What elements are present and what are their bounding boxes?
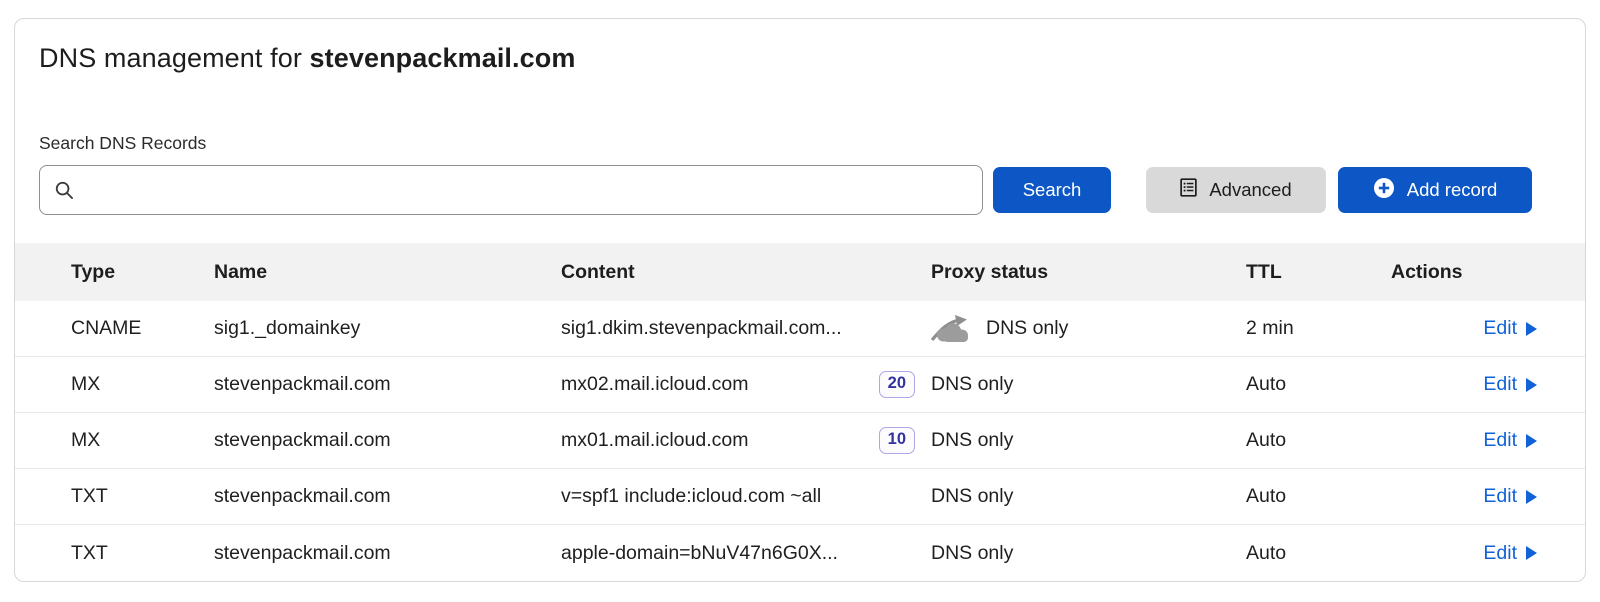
record-ttl: Auto bbox=[1246, 429, 1391, 452]
edit-button[interactable]: Edit bbox=[1483, 373, 1537, 396]
proxy-status-cell: DNS only bbox=[931, 315, 1246, 342]
record-ttl: Auto bbox=[1246, 485, 1391, 508]
mx-priority-badge: 20 bbox=[879, 371, 915, 397]
record-content-cell: apple-domain=bNuV47n6G0X... bbox=[561, 542, 931, 565]
record-actions-cell: Edit bbox=[1391, 429, 1537, 452]
mx-priority-badge: 10 bbox=[879, 427, 915, 453]
record-content: apple-domain=bNuV47n6G0X... bbox=[561, 542, 838, 565]
chevron-right-icon bbox=[1526, 434, 1537, 448]
edit-button[interactable]: Edit bbox=[1483, 485, 1537, 508]
search-button-label: Search bbox=[1023, 179, 1082, 201]
table-header-row: Type Name Content Proxy status TTL Actio… bbox=[15, 243, 1585, 301]
domain-name: stevenpackmail.com bbox=[310, 43, 576, 73]
record-content: mx01.mail.icloud.com bbox=[561, 429, 748, 452]
add-record-label: Add record bbox=[1407, 179, 1498, 201]
proxy-status-cell: DNS only bbox=[931, 429, 1246, 452]
record-ttl: Auto bbox=[1246, 542, 1391, 565]
record-content: mx02.mail.icloud.com bbox=[561, 373, 748, 396]
edit-label: Edit bbox=[1483, 542, 1517, 565]
record-content-cell: mx02.mail.icloud.com 20 bbox=[561, 371, 931, 397]
edit-label: Edit bbox=[1483, 373, 1517, 396]
table-row: CNAME sig1._domainkey sig1.dkim.stevenpa… bbox=[15, 301, 1585, 357]
col-header-type: Type bbox=[71, 261, 214, 284]
search-input-wrapper bbox=[39, 165, 983, 215]
table-row: TXT stevenpackmail.com v=spf1 include:ic… bbox=[15, 469, 1585, 525]
edit-button[interactable]: Edit bbox=[1483, 317, 1537, 340]
search-input[interactable] bbox=[85, 179, 968, 202]
record-content: sig1.dkim.stevenpackmail.com... bbox=[561, 317, 842, 340]
record-name: stevenpackmail.com bbox=[214, 542, 561, 565]
record-content-cell: sig1.dkim.stevenpackmail.com... bbox=[561, 317, 931, 340]
search-icon bbox=[54, 180, 75, 201]
table-row: MX stevenpackmail.com mx02.mail.icloud.c… bbox=[15, 357, 1585, 413]
record-name: sig1._domainkey bbox=[214, 317, 561, 340]
record-type: MX bbox=[71, 429, 214, 452]
proxy-status-text: DNS only bbox=[931, 429, 1013, 452]
col-header-proxy-status: Proxy status bbox=[931, 261, 1246, 284]
dns-records-table: Type Name Content Proxy status TTL Actio… bbox=[15, 243, 1585, 581]
edit-label: Edit bbox=[1483, 317, 1517, 340]
search-button[interactable]: Search bbox=[993, 167, 1111, 213]
dns-only-cloud-icon bbox=[931, 315, 971, 342]
edit-button[interactable]: Edit bbox=[1483, 429, 1537, 452]
record-actions-cell: Edit bbox=[1391, 317, 1537, 340]
dns-management-card: DNS management for stevenpackmail.com Se… bbox=[14, 18, 1586, 582]
chevron-right-icon bbox=[1526, 490, 1537, 504]
table-body: CNAME sig1._domainkey sig1.dkim.stevenpa… bbox=[15, 301, 1585, 581]
proxy-status-cell: DNS only bbox=[931, 485, 1246, 508]
page-title: DNS management for stevenpackmail.com bbox=[39, 43, 575, 74]
proxy-status-text: DNS only bbox=[931, 373, 1013, 396]
proxy-status-cell: DNS only bbox=[931, 542, 1246, 565]
record-type: TXT bbox=[71, 485, 214, 508]
advanced-button[interactable]: Advanced bbox=[1146, 167, 1326, 213]
record-actions-cell: Edit bbox=[1391, 542, 1537, 565]
record-content-cell: mx01.mail.icloud.com 10 bbox=[561, 427, 931, 453]
col-header-content: Content bbox=[561, 261, 931, 284]
record-name: stevenpackmail.com bbox=[214, 373, 561, 396]
col-header-actions: Actions bbox=[1391, 261, 1537, 284]
record-ttl: Auto bbox=[1246, 373, 1391, 396]
col-header-name: Name bbox=[214, 261, 561, 284]
advanced-button-label: Advanced bbox=[1209, 179, 1291, 201]
table-row: TXT stevenpackmail.com apple-domain=bNuV… bbox=[15, 525, 1585, 581]
record-type: TXT bbox=[71, 542, 214, 565]
record-type: CNAME bbox=[71, 317, 214, 340]
plus-circle-icon bbox=[1373, 177, 1395, 204]
search-label: Search DNS Records bbox=[39, 133, 206, 154]
record-name: stevenpackmail.com bbox=[214, 429, 561, 452]
record-type: MX bbox=[71, 373, 214, 396]
proxy-status-text: DNS only bbox=[931, 542, 1013, 565]
table-row: MX stevenpackmail.com mx01.mail.icloud.c… bbox=[15, 413, 1585, 469]
record-content-cell: v=spf1 include:icloud.com ~all bbox=[561, 485, 931, 508]
proxy-status-text: DNS only bbox=[931, 485, 1013, 508]
record-content: v=spf1 include:icloud.com ~all bbox=[561, 485, 821, 508]
record-actions-cell: Edit bbox=[1391, 373, 1537, 396]
chevron-right-icon bbox=[1526, 378, 1537, 392]
edit-button[interactable]: Edit bbox=[1483, 542, 1537, 565]
edit-label: Edit bbox=[1483, 429, 1517, 452]
proxy-status-text: DNS only bbox=[986, 317, 1068, 340]
proxy-status-cell: DNS only bbox=[931, 373, 1246, 396]
document-list-icon bbox=[1180, 178, 1197, 202]
record-ttl: 2 min bbox=[1246, 317, 1391, 340]
chevron-right-icon bbox=[1526, 546, 1537, 560]
edit-label: Edit bbox=[1483, 485, 1517, 508]
record-name: stevenpackmail.com bbox=[214, 485, 561, 508]
chevron-right-icon bbox=[1526, 322, 1537, 336]
record-actions-cell: Edit bbox=[1391, 485, 1537, 508]
add-record-button[interactable]: Add record bbox=[1338, 167, 1532, 213]
title-prefix: DNS management for bbox=[39, 43, 310, 73]
col-header-ttl: TTL bbox=[1246, 261, 1391, 284]
